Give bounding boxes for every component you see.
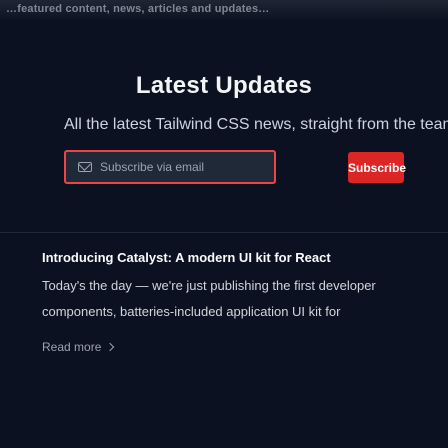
read-more-label: Read more: [42, 340, 102, 354]
email-field-wrapper[interactable]: [64, 150, 276, 184]
article-title[interactable]: Introducing Catalyst: A modern UI kit fo…: [42, 250, 448, 265]
article-excerpt-line-1: Today's the day — we're just publishing …: [42, 278, 376, 293]
article-excerpt-line-2: components, batteries-included applicati…: [42, 304, 341, 319]
section-subtitle: All the latest Tailwind CSS news, straig…: [64, 116, 448, 133]
top-banner: …featured content, news, articles and up…: [0, 0, 448, 22]
newsletter-form: Subscribe: [64, 150, 448, 184]
divider: [0, 232, 448, 233]
chevron-right-icon: [106, 342, 115, 352]
subscribe-button[interactable]: Subscribe: [348, 152, 406, 183]
top-banner-text: …featured content, news, articles and up…: [6, 3, 270, 15]
email-input[interactable]: [100, 152, 272, 182]
read-more-link[interactable]: Read more: [42, 340, 115, 354]
mail-icon: [78, 162, 92, 172]
section-title: Latest Updates: [135, 72, 313, 99]
